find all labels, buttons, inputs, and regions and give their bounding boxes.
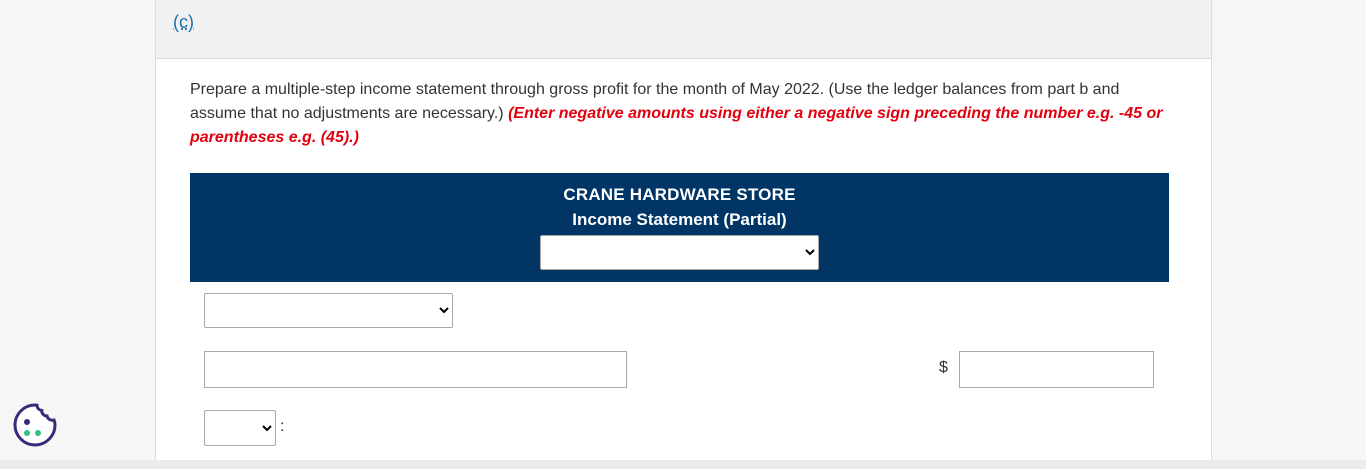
amount-input-1[interactable] bbox=[959, 351, 1154, 388]
company-name: CRANE HARDWARE STORE bbox=[563, 185, 796, 204]
question-panel: (c) Prepare a multiple-step income state… bbox=[155, 0, 1212, 469]
part-header: (c) bbox=[156, 0, 1211, 59]
period-select[interactable] bbox=[540, 235, 819, 270]
part-c-link[interactable]: (c) bbox=[173, 12, 194, 33]
statement-title: Income Statement (Partial) bbox=[572, 210, 787, 229]
cookie-settings-button[interactable] bbox=[12, 402, 58, 448]
account-select-1[interactable] bbox=[204, 293, 453, 328]
currency-symbol: $ bbox=[939, 359, 948, 376]
statement-header: CRANE HARDWARE STORE Income Statement (P… bbox=[190, 173, 1169, 282]
cookie-icon bbox=[13, 403, 57, 447]
colon-label: : bbox=[280, 418, 285, 435]
account-name-input-1[interactable] bbox=[204, 351, 627, 388]
bottom-bar bbox=[0, 460, 1366, 469]
instructions: Prepare a multiple-step income statement… bbox=[190, 78, 1175, 150]
label-select-2[interactable] bbox=[204, 410, 276, 446]
